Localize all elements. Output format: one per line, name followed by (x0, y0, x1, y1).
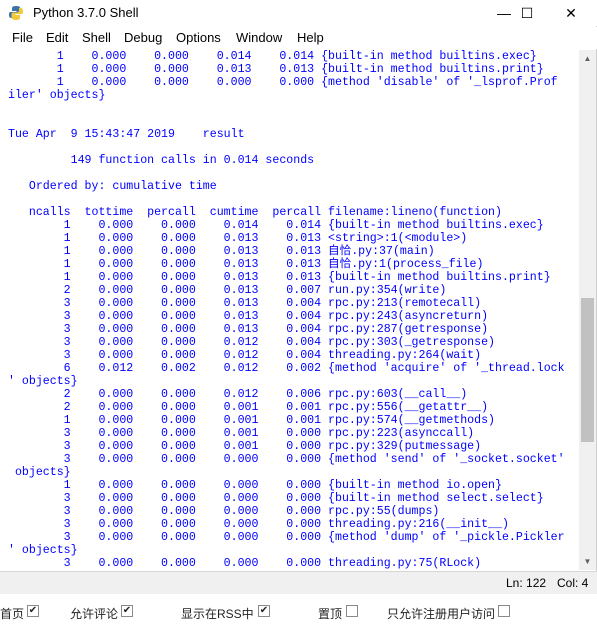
output-line: 3 0.000 0.000 0.013 0.004 rpc.py:213(rem… (8, 297, 482, 310)
output-line: 3 0.000 0.000 0.001 0.000 rpc.py:223(asy… (8, 427, 475, 440)
option-label-homepage: 首页 (0, 607, 25, 621)
window-title: Python 3.7.0 Shell (33, 5, 139, 20)
menu-shell[interactable]: Shell (82, 30, 111, 45)
output-line: 1 0.000 0.000 0.014 0.014 {built-in meth… (8, 219, 544, 232)
option-label-registered-only: 只允许注册用户访问 (387, 607, 496, 621)
scroll-down-icon[interactable]: ▼ (579, 553, 596, 570)
scroll-up-icon[interactable]: ▲ (579, 50, 596, 67)
output-line: 3 0.000 0.000 0.012 0.004 threading.py:2… (8, 349, 482, 362)
output-line: 1 0.000 0.000 0.014 0.014 {built-in meth… (8, 50, 537, 63)
checkbox-allow-comments[interactable]: ✔ (121, 605, 133, 617)
menu-options[interactable]: Options (176, 30, 221, 45)
maximize-button[interactable]: ☐ (504, 0, 550, 26)
close-button[interactable]: ✕ (548, 0, 594, 26)
output-line: 1 0.000 0.000 0.013 0.013 <string>:1(<mo… (8, 232, 468, 245)
status-line-number: Ln: 122 (506, 576, 547, 590)
output-line: 6 0.012 0.002 0.012 0.002 {method 'acqui… (8, 362, 565, 375)
output-line: ' objects} (8, 544, 78, 557)
checkbox-pin-top[interactable] (346, 605, 358, 617)
shell-output-area[interactable]: 1 0.000 0.000 0.014 0.014 {built-in meth… (8, 50, 578, 570)
output-line: Tue Apr 9 15:43:47 2019 result (8, 128, 245, 141)
menu-bar: File Edit Shell Debug Options Window Hel… (0, 27, 597, 49)
scroll-thumb[interactable] (581, 298, 594, 442)
status-bar: Ln: 122 Col: 4 (0, 571, 597, 594)
menu-file[interactable]: File (12, 30, 33, 45)
output-line: 2 0.000 0.000 0.001 0.001 rpc.py:556(__g… (8, 401, 489, 414)
output-line: 3 0.000 0.000 0.013 0.004 rpc.py:243(asy… (8, 310, 489, 323)
menu-edit[interactable]: Edit (46, 30, 68, 45)
output-line: 3 0.000 0.000 0.000 0.000 threading.py:2… (8, 518, 509, 531)
output-line: 1 0.000 0.000 0.013 0.013 {built-in meth… (8, 271, 551, 284)
title-bar: Python 3.7.0 Shell — ☐ ✕ (0, 0, 597, 26)
checkbox-homepage[interactable]: ✔ (27, 605, 39, 617)
option-label-pin-top: 置顶 (318, 607, 343, 621)
output-line: 3 0.000 0.000 0.001 0.000 rpc.py:329(put… (8, 440, 482, 453)
option-label-show-rss: 显示在RSS中 (181, 607, 254, 621)
output-line: 3 0.000 0.000 0.000 0.000 {built-in meth… (8, 492, 544, 505)
output-line: ' objects} (8, 375, 78, 388)
post-options-bar: 首页 ✔ 允许评论 ✔ 显示在RSS中 ✔ 置顶 只允许注册用户访问 (0, 595, 597, 638)
output-line: 3 0.000 0.000 0.000 0.000 {method 'dump'… (8, 531, 565, 544)
idle-shell-window: Python 3.7.0 Shell — ☐ ✕ File Edit Shell… (0, 0, 597, 594)
output-line: 3 0.000 0.000 0.012 0.004 rpc.py:303(_ge… (8, 336, 496, 349)
menu-window[interactable]: Window (236, 30, 282, 45)
python-icon (9, 6, 23, 20)
output-line: 1 0.000 0.000 0.013 0.013 自恰.py:37(main) (8, 245, 435, 258)
status-column-number: Col: 4 (557, 576, 589, 590)
output-line: Ordered by: cumulative time (8, 180, 217, 193)
output-line: 2 0.000 0.000 0.012 0.006 rpc.py:603(__c… (8, 388, 468, 401)
output-line: 1 0.000 0.000 0.001 0.001 rpc.py:574(__g… (8, 414, 496, 427)
output-line: 3 0.000 0.000 0.000 0.000 rpc.py:55(dump… (8, 505, 440, 518)
output-line: 1 0.000 0.000 0.013 0.013 {built-in meth… (8, 63, 544, 76)
output-line: 3 0.000 0.000 0.013 0.004 rpc.py:287(get… (8, 323, 489, 336)
output-line: 1 0.000 0.000 0.013 0.013 自恰.py:1(proces… (8, 258, 484, 271)
output-line: 3 0.000 0.000 0.000 0.000 threading.py:7… (8, 557, 482, 570)
output-line: 3 0.000 0.000 0.000 0.000 {method 'send'… (8, 453, 565, 466)
output-line: 1 0.000 0.000 0.000 0.000 {built-in meth… (8, 479, 502, 492)
output-line: 149 function calls in 0.014 seconds (8, 154, 315, 167)
checkbox-show-rss[interactable]: ✔ (258, 605, 270, 617)
checkbox-registered-only[interactable] (498, 605, 510, 617)
output-line: 1 0.000 0.000 0.000 0.000 {method 'disab… (8, 76, 558, 89)
output-line: iler' objects} (8, 89, 106, 102)
menu-debug[interactable]: Debug (124, 30, 162, 45)
output-line: objects} (8, 466, 71, 479)
menu-help[interactable]: Help (297, 30, 324, 45)
output-line: 2 0.000 0.000 0.013 0.007 run.py:354(wri… (8, 284, 447, 297)
option-label-allow-comments: 允许评论 (70, 607, 119, 621)
output-line: ncalls tottime percall cumtime percall f… (8, 206, 502, 219)
vertical-scrollbar[interactable]: ▲ ▼ (579, 50, 596, 570)
